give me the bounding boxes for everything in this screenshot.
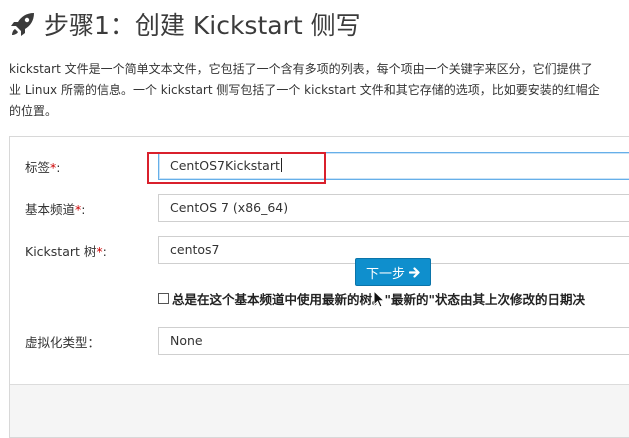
intro-line-2: 业 Linux 所需的信息。一个 kickstart 侧写包括了一个 kicks… <box>9 83 600 97</box>
intro-line-1: kickstart 文件是一个简单文本文件，它包括了一个含有多项的列表，每个项由… <box>9 62 593 76</box>
rocket-icon <box>11 13 34 36</box>
kickstart-form-panel: 标签*: CentOS7Kickstart 基本频道*: CentOS 7 (x… <box>9 136 629 438</box>
form-footer <box>10 384 629 437</box>
base-channel-label: 基本频道*: <box>25 202 86 217</box>
page-title: 步骤1：创建 Kickstart 侧写 <box>10 6 361 42</box>
text-caret <box>280 158 282 172</box>
virt-type-label: 虚拟化类型： <box>25 335 101 350</box>
label-input[interactable]: CentOS7Kickstart <box>158 152 629 180</box>
kickstart-tree-label: Kickstart 树*: <box>25 244 107 259</box>
label-field-label: 标签*: <box>25 160 61 175</box>
page-title-text: 步骤1：创建 Kickstart 侧写 <box>44 11 361 40</box>
next-button[interactable]: 下一步 <box>355 258 431 286</box>
base-channel-select[interactable]: CentOS 7 (x86_64) <box>158 194 629 222</box>
virt-type-select[interactable]: None <box>158 327 629 355</box>
always-latest-checkbox[interactable] <box>158 293 169 304</box>
always-latest-row: 总是在这个基本频道中使用最新的树。"最新的"状态由其上次修改的日期决 <box>158 289 585 308</box>
next-button-label: 下一步 <box>365 266 405 282</box>
intro-line-3: 的位置。 <box>9 104 58 118</box>
mouse-cursor-icon <box>373 290 386 308</box>
intro-text: kickstart 文件是一个简单文本文件，它包括了一个含有多项的列表，每个项由… <box>9 59 629 122</box>
arrow-right-icon <box>409 266 420 278</box>
